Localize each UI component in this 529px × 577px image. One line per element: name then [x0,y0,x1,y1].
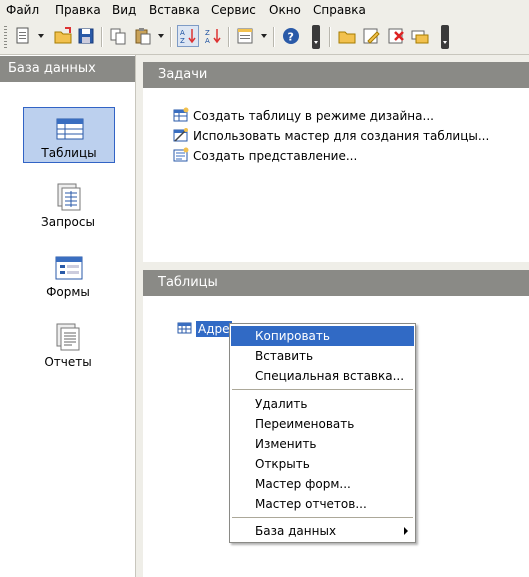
toolbar-overflow-icon[interactable] [312,25,320,49]
open-database-object-icon[interactable] [337,26,357,46]
context-edit[interactable]: Изменить [231,434,414,454]
nav-item-reports[interactable]: Отчеты [23,317,113,371]
table-icon [56,118,84,140]
tasks-panel: Задачи Создать таблицу в режиме дизайна.… [143,62,529,262]
save-icon[interactable] [76,26,96,46]
svg-text:Z: Z [180,37,185,45]
context-copy[interactable]: Копировать [231,326,414,346]
table-design-icon [173,107,189,122]
rename-icon[interactable] [410,26,430,46]
svg-text:A: A [205,37,210,45]
report-icon [56,323,80,351]
context-paste[interactable]: Вставить [231,346,414,366]
nav-item-queries[interactable]: Запросы [23,177,113,231]
nav-item-tables-label: Таблицы [41,146,97,160]
form-design-icon[interactable] [235,26,255,46]
toolbar-grip[interactable] [4,26,7,48]
form-icon [55,256,83,280]
help-icon[interactable]: ? [281,26,301,46]
open-folder-icon[interactable] [53,26,73,46]
tables-panel-title: Таблицы [143,270,529,296]
table-small-icon [177,322,192,334]
context-database-submenu[interactable]: База данных [231,521,414,541]
sort-ascending-icon[interactable]: AZ [177,25,199,47]
task-table-wizard[interactable]: Использовать мастер для создания таблицы… [173,127,489,145]
menu-insert[interactable]: Вставка [149,3,200,17]
toolbar-overflow-2-icon[interactable] [441,25,449,49]
paste-icon[interactable] [133,26,153,46]
svg-text:?: ? [288,31,294,44]
menu-tools[interactable]: Сервис [211,3,256,17]
delete-icon[interactable] [386,26,406,46]
menu-file[interactable]: Файл [6,3,39,17]
svg-text:Z: Z [205,29,210,37]
nav-item-forms-label: Формы [46,285,90,299]
copy-icon[interactable] [108,26,128,46]
context-open[interactable]: Открыть [231,454,414,474]
context-rename[interactable]: Переименовать [231,414,414,434]
nav-item-queries-label: Запросы [41,215,95,229]
database-panel: База данных Таблицы Запросы Формы Отчеты [0,55,136,577]
query-icon [57,183,81,211]
task-create-table-design-label: Создать таблицу в режиме дизайна... [193,109,434,123]
context-delete[interactable]: Удалить [231,394,414,414]
menu-bar: Файл Правка Вид Вставка Сервис Окно Спра… [0,0,529,20]
menu-edit[interactable]: Правка [55,3,101,17]
sort-descending-icon[interactable]: ZA [203,26,223,46]
edit-icon[interactable] [361,26,381,46]
submenu-arrow-icon [404,527,408,535]
context-form-wizard[interactable]: Мастер форм... [231,474,414,494]
nav-item-tables[interactable]: Таблицы [23,107,115,163]
task-create-table-design[interactable]: Создать таблицу в режиме дизайна... [173,107,434,125]
table-entry-label: Адре [196,321,232,337]
menu-view[interactable]: Вид [112,3,136,17]
form-dropdown-icon[interactable] [261,34,267,38]
context-report-wizard[interactable]: Мастер отчетов... [231,494,414,514]
tasks-panel-title: Задачи [143,62,529,88]
menu-help[interactable]: Справка [313,3,366,17]
svg-text:A: A [180,29,185,37]
new-document-icon[interactable] [13,26,33,46]
new-dropdown-icon[interactable] [38,34,44,38]
task-create-view[interactable]: Создать представление... [173,147,357,165]
context-database-label: База данных [255,524,337,538]
task-table-wizard-label: Использовать мастер для создания таблицы… [193,129,490,143]
context-separator-1 [232,389,413,390]
table-wizard-icon [173,128,188,142]
database-panel-title: База данных [0,55,135,82]
context-paste-special[interactable]: Специальная вставка... [231,366,414,386]
create-view-icon [173,147,189,162]
task-create-view-label: Создать представление... [193,149,358,163]
paste-dropdown-icon[interactable] [158,34,164,38]
nav-item-forms[interactable]: Формы [23,247,113,301]
nav-item-reports-label: Отчеты [44,355,92,369]
table-entry[interactable]: Адре [177,320,232,338]
toolbar: AZ ZA ? [0,20,529,55]
context-separator-2 [232,517,413,518]
context-menu: Копировать Вставить Специальная вставка.… [229,323,416,543]
menu-window[interactable]: Окно [269,3,301,17]
